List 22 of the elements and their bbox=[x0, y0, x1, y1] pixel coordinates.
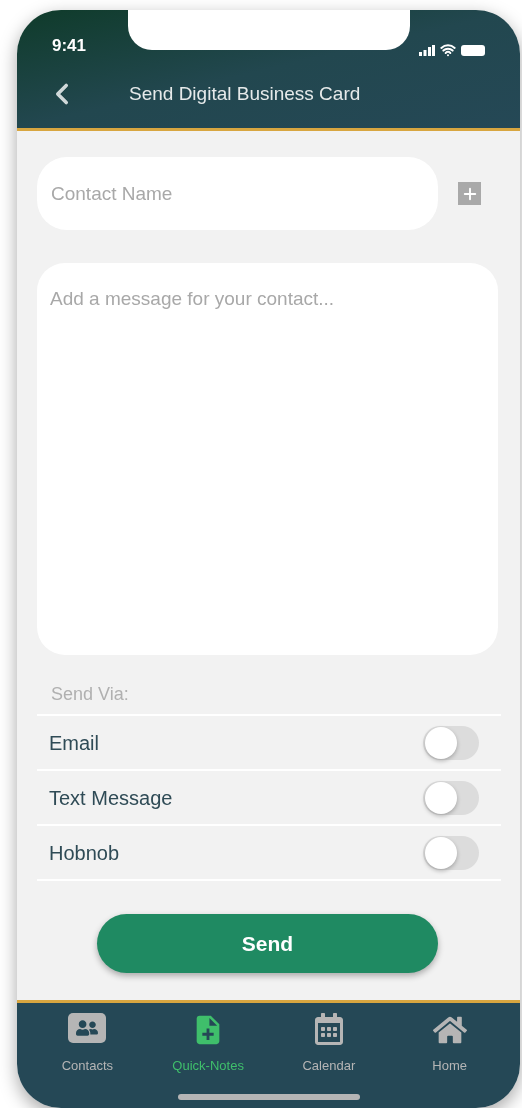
contact-name-field[interactable]: Contact Name bbox=[37, 157, 438, 230]
add-contact-button[interactable] bbox=[458, 182, 481, 205]
option-label: Text Message bbox=[49, 785, 173, 811]
battery-icon bbox=[461, 44, 485, 56]
signal-icon bbox=[419, 44, 435, 56]
toggle-switch[interactable] bbox=[423, 780, 479, 815]
toggle-switch[interactable] bbox=[423, 835, 479, 870]
option-label: Hobnob bbox=[49, 840, 120, 866]
people-icon bbox=[68, 1013, 107, 1043]
tab-item[interactable]: Contacts bbox=[37, 1013, 138, 1075]
option-label: Email bbox=[49, 730, 99, 756]
send-button[interactable]: Send bbox=[97, 914, 438, 973]
status-time: 9:41 bbox=[52, 34, 87, 57]
calendar-icon bbox=[312, 1013, 345, 1045]
send-via-label: Send Via: bbox=[51, 683, 130, 706]
tab-item[interactable]: Home bbox=[399, 1013, 500, 1075]
message-field[interactable]: Add a message for your contact... bbox=[37, 263, 498, 655]
tab-item[interactable]: Calendar bbox=[278, 1013, 379, 1075]
tab-item[interactable]: Quick-Notes bbox=[158, 1013, 259, 1075]
screen-title: Send Digital Business Card bbox=[129, 81, 361, 106]
toggle-switch[interactable] bbox=[423, 725, 479, 760]
wifi-icon bbox=[440, 42, 456, 58]
